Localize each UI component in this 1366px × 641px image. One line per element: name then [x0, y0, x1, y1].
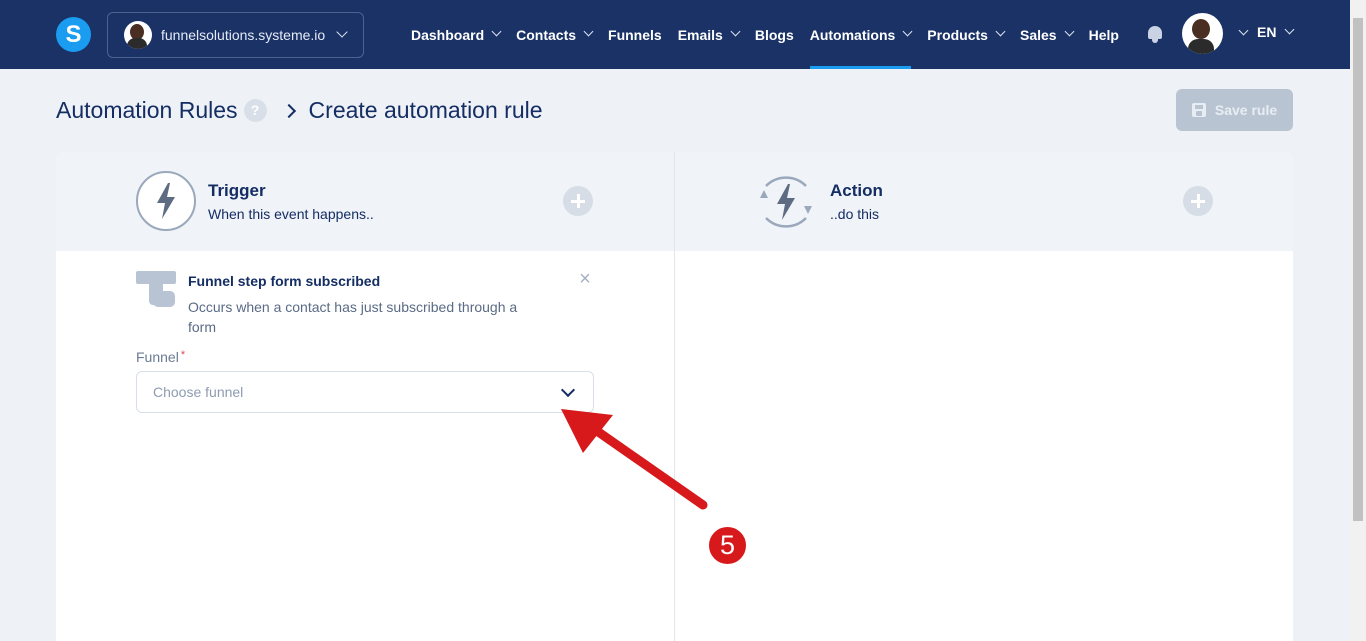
bell-clapper — [1152, 39, 1158, 43]
selected-trigger-title: Funnel step form subscribed — [188, 273, 381, 289]
annotation-arrow — [561, 409, 708, 510]
trigger-circle — [136, 171, 196, 231]
nav-label: Emails — [677, 26, 723, 43]
trigger-subtitle: When this event happens.. — [208, 206, 374, 222]
step-number-badge: 5 — [707, 525, 748, 566]
funnel-field-label: Funnel * — [136, 349, 185, 365]
form-subscribe-icon — [136, 271, 176, 309]
action-cycle-icon — [760, 176, 812, 228]
nav-label: Contacts — [516, 26, 577, 43]
chevron-down-icon — [1064, 26, 1075, 37]
nav-emails[interactable]: Emails — [677, 0, 741, 69]
nav-dashboard[interactable]: Dashboard — [411, 0, 502, 69]
nav-label: Funnels — [608, 26, 662, 43]
chevron-down-icon[interactable] — [1238, 25, 1249, 36]
workspace-switcher[interactable]: funnelsolutions.systeme.io — [107, 12, 364, 58]
language-switcher[interactable]: EN — [1257, 24, 1295, 40]
save-icon — [1191, 103, 1206, 117]
column-divider — [674, 152, 675, 641]
top-navbar: S funnelsolutions.systeme.io Dashboard C… — [0, 0, 1350, 69]
bell-icon[interactable] — [1146, 24, 1164, 44]
required-marker: * — [180, 349, 186, 361]
chevron-right-icon — [281, 103, 296, 118]
nav-label: Sales — [1019, 26, 1057, 43]
chevron-down-icon — [995, 26, 1006, 37]
selected-trigger-description: Occurs when a contact has just subscribe… — [188, 299, 518, 335]
language-label: EN — [1257, 24, 1277, 40]
trigger-title: Trigger — [208, 181, 266, 200]
nav-label: Automations — [809, 26, 896, 43]
main-nav: Dashboard Contacts Funnels Emails Blogs … — [411, 0, 1135, 69]
chevron-down-icon — [336, 26, 348, 38]
chevron-down-icon — [730, 26, 741, 37]
add-action-button[interactable] — [1183, 186, 1213, 216]
remove-trigger-icon[interactable]: × — [575, 269, 595, 289]
automation-rule-card: Trigger When this event happens.. Action… — [56, 152, 1293, 641]
nav-label: Help — [1088, 26, 1119, 43]
scrollbar-thumb[interactable] — [1353, 18, 1363, 521]
funnel-label-text: Funnel — [136, 349, 179, 365]
nav-products[interactable]: Products — [927, 0, 1006, 69]
page-scrollbar[interactable] — [1350, 0, 1366, 641]
help-icon[interactable]: ? — [243, 99, 267, 122]
nav-automations[interactable]: Automations — [809, 0, 913, 69]
chevron-down-icon — [1285, 24, 1295, 34]
nav-contacts[interactable]: Contacts — [516, 0, 594, 69]
breadcrumb: Automation Rules ? Create automation rul… — [56, 97, 543, 124]
add-trigger-button[interactable] — [563, 186, 593, 216]
chevron-down-icon — [902, 26, 913, 37]
nav-label: Products — [927, 26, 988, 43]
save-rule-label: Save rule — [1214, 102, 1278, 118]
workspace-name: funnelsolutions.systeme.io — [161, 27, 326, 43]
nav-help[interactable]: Help — [1089, 0, 1119, 69]
chevron-down-icon[interactable] — [560, 382, 576, 398]
nav-sales[interactable]: Sales — [1019, 0, 1075, 69]
funnel-select-placeholder: Choose funnel — [153, 384, 244, 400]
bell-body — [1148, 26, 1162, 39]
systeme-logo[interactable]: S — [56, 17, 91, 52]
page-title: Create automation rule — [308, 97, 543, 123]
nav-blogs[interactable]: Blogs — [755, 0, 794, 69]
hand-palm — [153, 291, 175, 307]
user-avatar[interactable] — [1182, 13, 1223, 54]
nav-label: Dashboard — [411, 26, 485, 43]
nav-funnels[interactable]: Funnels — [608, 0, 662, 69]
save-rule-button[interactable]: Save rule — [1176, 89, 1293, 131]
chevron-down-icon — [491, 26, 502, 37]
workspace-avatar — [124, 21, 152, 49]
nav-label: Blogs — [754, 26, 794, 43]
chevron-down-icon — [583, 26, 594, 37]
breadcrumb-root[interactable]: Automation Rules — [56, 97, 238, 124]
lightning-icon — [157, 183, 175, 219]
funnel-select[interactable]: Choose funnel — [136, 371, 594, 413]
action-subtitle: ..do this — [830, 206, 880, 222]
action-title: Action — [830, 181, 883, 200]
